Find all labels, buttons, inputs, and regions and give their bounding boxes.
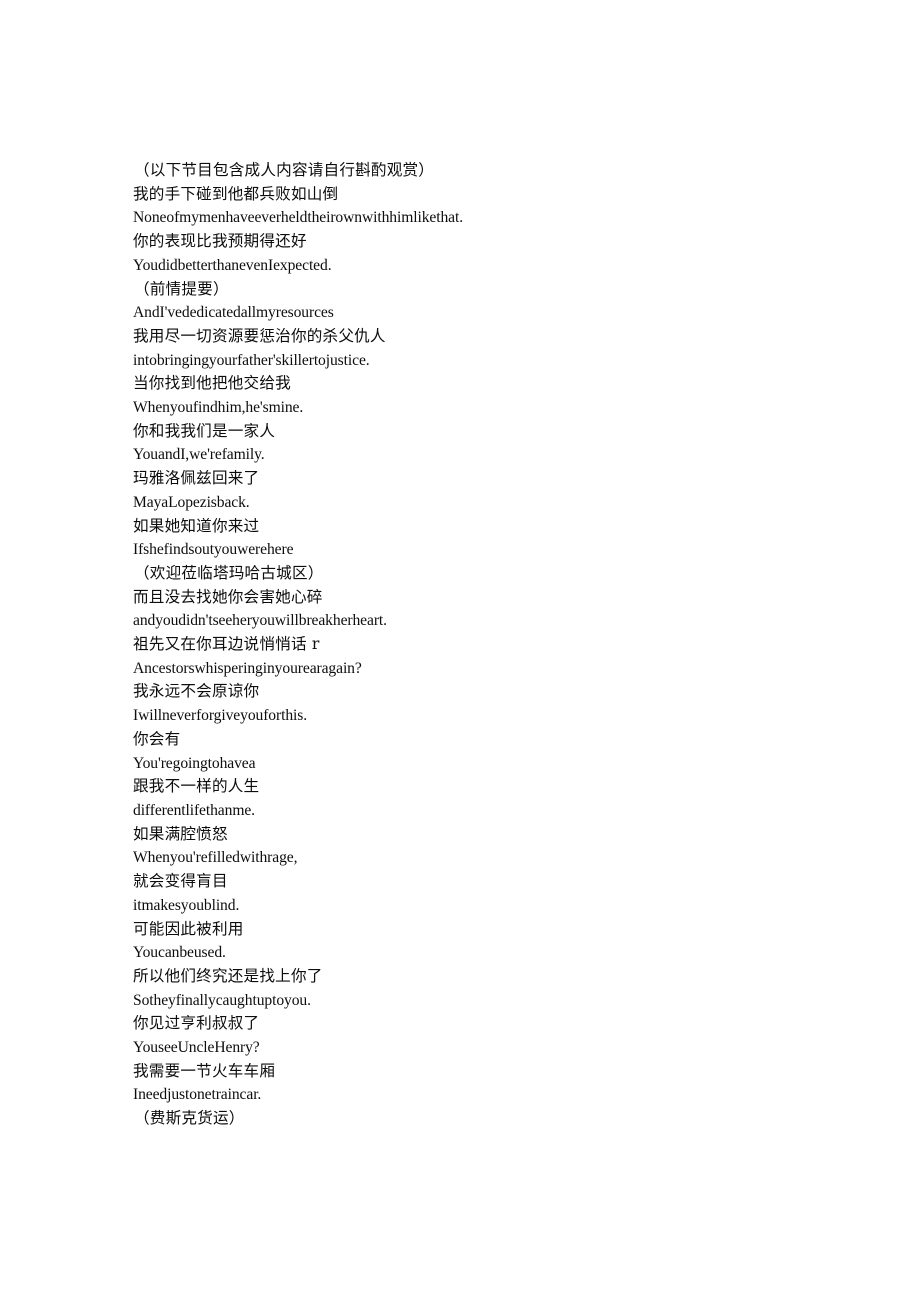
transcript-line: Noneofmymenhaveeverheldtheirownwithhimli… [133,209,464,227]
transcript-line: 如果满腔愤怒 [133,824,228,843]
document-page: （以下节目包含成人内容请自行斟酌观赏） 我的手下碰到他都兵败如山倒 Noneofmy… [0,0,920,1301]
transcript-line: differentlifethanme. [133,801,255,819]
transcript-line: 玛雅洛佩兹回来了 [133,469,260,488]
transcript-line: Sotheyfinallycaughtuptoyou. [133,991,311,1009]
transcript-line: YouandI,we'refamily. [133,446,265,464]
transcript-line: 我需要一节火车车厢 [133,1061,276,1080]
transcript-line: AndI'vededicatedallmyresources [133,304,334,322]
transcript-line: 祖先又在你耳边说悄悄话 r [133,635,320,654]
transcript-line: 如果她知道你来过 [133,516,260,535]
transcript-text-block: （以下节目包含成人内容请自行斟酌观赏） 我的手下碰到他都兵败如山倒 Noneofmy… [133,159,833,1131]
transcript-line: 可能因此被利用 [133,919,244,938]
transcript-line: Ifshefindsoutyouwerehere [133,541,294,559]
transcript-line: （前情提要） [134,279,229,298]
transcript-line: 你会有 [133,729,181,748]
transcript-line: intobringingyourfather'skillertojustice. [133,351,370,369]
transcript-line: 你和我我们是一家人 [133,421,276,440]
transcript-line: Whenyoufindhim,he'smine. [133,399,304,417]
transcript-line: Ineedjustonetraincar. [133,1086,262,1104]
transcript-line: 跟我不一样的人生 [133,777,260,796]
transcript-line: 我的手下碰到他都兵败如山倒 [133,184,339,203]
transcript-line: You'regoingtohavea [133,754,256,772]
transcript-line: itmakesyoublind. [133,896,240,914]
transcript-line: Ancestorswhisperinginyourearagain? [133,659,362,677]
transcript-line: MayaLopezisback. [133,493,250,511]
transcript-line: 当你找到他把他交给我 [133,374,291,393]
transcript-line: 我用尽一切资源要惩治你的杀父仇人 [133,326,386,345]
transcript-line: （欢迎莅临塔玛哈古城区） [134,563,324,582]
transcript-line: 你的表现比我预期得还好 [133,232,307,251]
transcript-line: 就会变得肓目 [133,872,228,891]
transcript-line: andyoudidn'tseeheryouwillbreakherheart. [133,612,387,630]
transcript-line: YouseeUncleHenry? [133,1039,260,1057]
transcript-line: 你见过亨利叔叔了 [133,1014,260,1033]
transcript-line: （以下节目包含成人内容请自行斟酌观赏） [134,161,435,179]
transcript-line: 我永远不会原谅你 [133,682,260,701]
transcript-line: （费斯克货运） [134,1109,245,1128]
transcript-line: Iwillneverforgiveyouforthis. [133,707,308,725]
transcript-line: 所以他们终究还是找上你了 [133,966,323,985]
transcript-line: Youcanbeused. [133,944,226,962]
transcript-line: YoudidbetterthanevenIexpected. [133,256,332,274]
transcript-line: 而且没去找她你会害她心碎 [133,587,323,606]
transcript-line: Whenyou'refilledwithrage, [133,849,298,867]
